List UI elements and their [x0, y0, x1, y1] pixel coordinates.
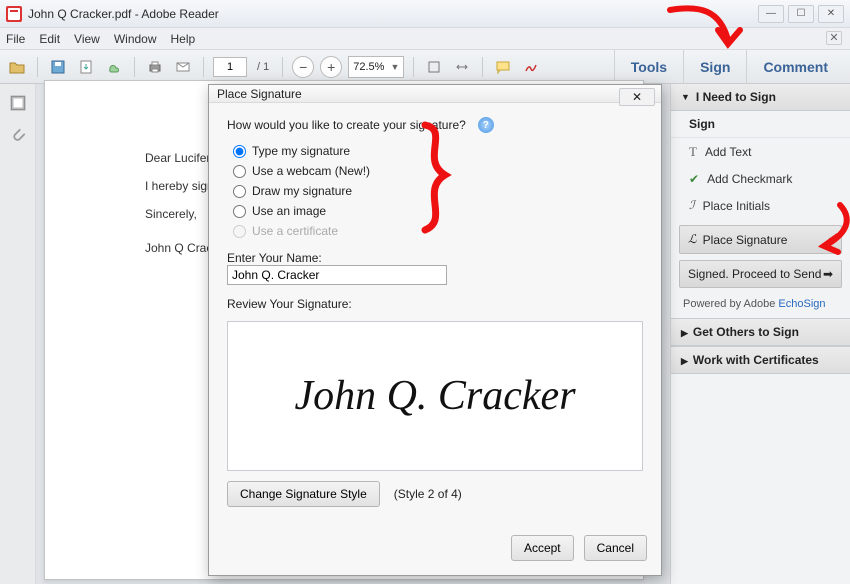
- page-total-label: / 1: [257, 61, 269, 73]
- radio-type-signature[interactable]: Type my signature: [233, 144, 637, 158]
- radio-type-input[interactable]: [233, 145, 246, 158]
- main-toolbar: / 1 − + 72.5% ▼ Tools Sign Comment: [0, 50, 850, 84]
- dialog-title: Place Signature: [217, 87, 302, 101]
- radio-image-input[interactable]: [233, 205, 246, 218]
- menu-window[interactable]: Window: [114, 32, 157, 46]
- signature-preview: John Q. Cracker: [227, 321, 643, 471]
- help-icon[interactable]: ?: [478, 117, 494, 133]
- zoom-combo[interactable]: 72.5% ▼: [348, 56, 404, 78]
- zoom-out-button[interactable]: −: [292, 56, 314, 78]
- chevron-down-icon: ▼: [681, 92, 690, 102]
- change-style-button[interactable]: Change Signature Style: [227, 481, 380, 507]
- signature-icon: ℒ: [688, 232, 697, 247]
- save-pdf-icon[interactable]: [75, 56, 97, 78]
- panel-heading-certificates[interactable]: ▶Work with Certificates: [671, 346, 850, 374]
- menu-file[interactable]: File: [6, 32, 25, 46]
- menu-help[interactable]: Help: [171, 32, 196, 46]
- cloud-icon[interactable]: [103, 56, 125, 78]
- enter-name-label: Enter Your Name:: [227, 251, 643, 265]
- fit-width-icon[interactable]: [451, 56, 473, 78]
- save-icon[interactable]: [47, 56, 69, 78]
- echosign-link[interactable]: EchoSign: [778, 298, 825, 310]
- cancel-button[interactable]: Cancel: [584, 535, 647, 561]
- sign-subsection[interactable]: Sign: [671, 111, 850, 138]
- initials-icon: ℐ: [689, 198, 695, 213]
- chevron-down-icon: ▾: [829, 235, 833, 244]
- radio-webcam[interactable]: Use a webcam (New!): [233, 164, 637, 178]
- signature-preview-text: John Q. Cracker: [294, 372, 575, 420]
- email-icon[interactable]: [172, 56, 194, 78]
- chevron-down-icon: ▼: [390, 62, 399, 72]
- menu-edit[interactable]: Edit: [39, 32, 60, 46]
- attachment-icon[interactable]: [9, 126, 27, 144]
- place-signature-dialog: Place Signature ✕ How would you like to …: [208, 84, 662, 576]
- print-icon[interactable]: [144, 56, 166, 78]
- maximize-button[interactable]: ☐: [788, 5, 814, 23]
- dialog-close-button[interactable]: ✕: [619, 88, 655, 106]
- place-signature-button[interactable]: ℒ Place Signature ▾: [679, 225, 842, 254]
- window-titlebar: John Q Cracker.pdf - Adobe Reader — ☐ ✕: [0, 0, 850, 28]
- minimize-button[interactable]: —: [758, 5, 784, 23]
- pdf-icon: [6, 6, 22, 22]
- tab-tools[interactable]: Tools: [614, 50, 683, 84]
- review-label: Review Your Signature:: [227, 297, 643, 311]
- text-icon: T: [689, 144, 697, 160]
- navpane-strip: [0, 84, 36, 584]
- doc-close-icon[interactable]: ✕: [826, 31, 842, 45]
- place-initials-item[interactable]: ℐ Place Initials: [671, 192, 850, 219]
- signed-proceed-button[interactable]: Signed. Proceed to Send ➡: [679, 260, 842, 288]
- panel-heading-others-sign[interactable]: ▶Get Others to Sign: [671, 318, 850, 346]
- sign-icon[interactable]: [520, 56, 542, 78]
- add-text-item[interactable]: T Add Text: [671, 138, 850, 166]
- radio-draw[interactable]: Draw my signature: [233, 184, 637, 198]
- name-input[interactable]: [227, 265, 447, 285]
- window-title: John Q Cracker.pdf - Adobe Reader: [28, 7, 758, 21]
- radio-webcam-input[interactable]: [233, 165, 246, 178]
- sign-panel: ▼ I Need to Sign Sign T Add Text ✔ Add C…: [670, 84, 850, 584]
- add-checkmark-item[interactable]: ✔ Add Checkmark: [671, 166, 850, 192]
- checkmark-icon: ✔: [689, 172, 699, 186]
- thumbnails-icon[interactable]: [9, 94, 27, 112]
- menu-view[interactable]: View: [74, 32, 100, 46]
- radio-draw-input[interactable]: [233, 185, 246, 198]
- radio-cert-input: [233, 225, 246, 238]
- accept-button[interactable]: Accept: [511, 535, 574, 561]
- radio-certificate: Use a certificate: [233, 224, 637, 238]
- menu-bar: File Edit View Window Help ✕: [0, 28, 850, 50]
- tab-sign[interactable]: Sign: [683, 50, 746, 84]
- powered-by-label: Powered by Adobe EchoSign: [671, 294, 850, 318]
- tab-comment[interactable]: Comment: [746, 50, 844, 84]
- fit-page-icon[interactable]: [423, 56, 445, 78]
- comment-icon[interactable]: [492, 56, 514, 78]
- style-count-label: (Style 2 of 4): [394, 487, 462, 501]
- close-button[interactable]: ✕: [818, 5, 844, 23]
- dialog-titlebar: Place Signature ✕: [209, 85, 661, 103]
- page-number-input[interactable]: [213, 57, 247, 77]
- panel-heading-need-sign[interactable]: ▼ I Need to Sign: [671, 84, 850, 111]
- zoom-in-button[interactable]: +: [320, 56, 342, 78]
- zoom-value: 72.5%: [353, 61, 384, 73]
- open-icon[interactable]: [6, 56, 28, 78]
- dialog-prompt: How would you like to create your signat…: [227, 118, 466, 132]
- radio-image[interactable]: Use an image: [233, 204, 637, 218]
- arrow-right-icon: ➡: [823, 267, 833, 281]
